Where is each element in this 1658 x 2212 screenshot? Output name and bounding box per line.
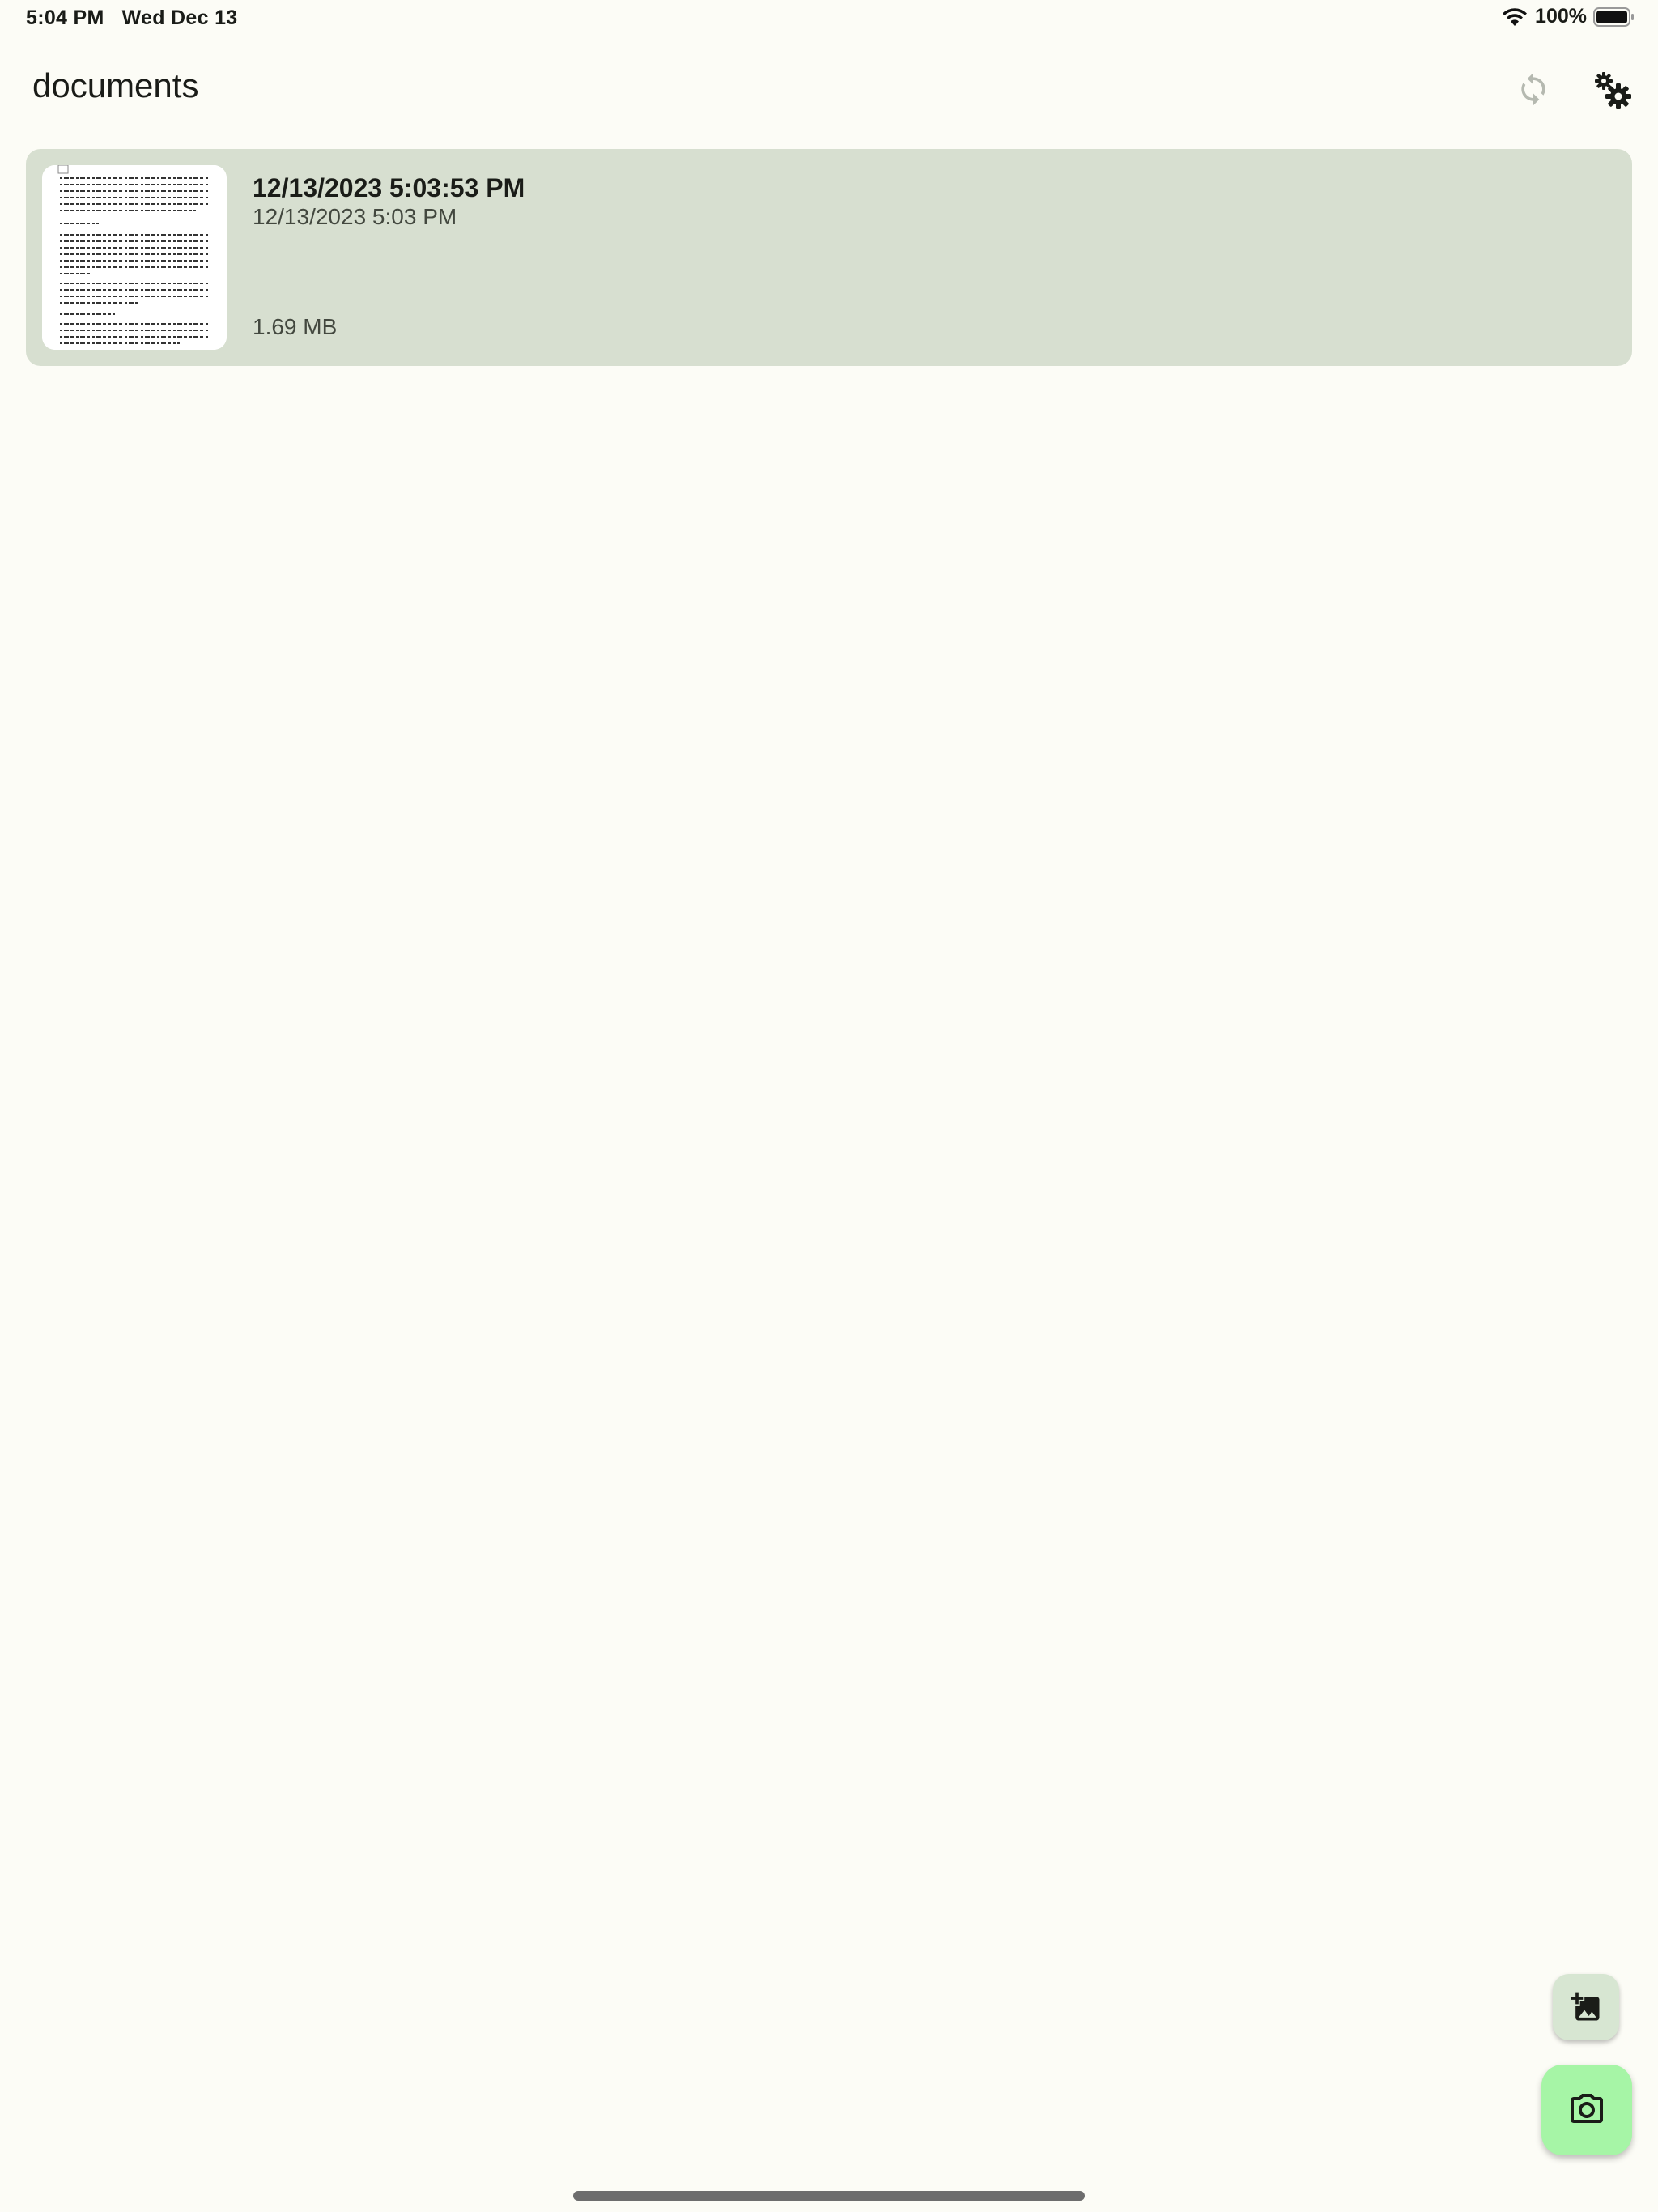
document-name: 12/13/2023 5:03:53 PM	[253, 173, 525, 202]
status-time: 5:04 PM	[26, 6, 104, 29]
status-left: 5:04 PM Wed Dec 13	[26, 6, 237, 30]
settings-gears-icon	[1595, 72, 1631, 109]
document-size: 1.69 MB	[253, 314, 338, 339]
status-bar: 5:04 PM Wed Dec 13 100%	[0, 0, 1658, 39]
settings-button[interactable]	[1587, 65, 1639, 117]
status-date: Wed Dec 13	[121, 6, 238, 29]
add-photo-icon	[1571, 1992, 1600, 2021]
page-title: documents	[32, 66, 199, 104]
home-indicator[interactable]	[573, 2191, 1085, 2201]
battery-percent: 100%	[1535, 5, 1587, 28]
document-date: 12/13/2023 5:03 PM	[253, 204, 457, 229]
app-header: documents	[0, 49, 1658, 130]
document-preview-image	[42, 165, 227, 350]
battery-icon	[1593, 6, 1634, 27]
add-image-button[interactable]	[1553, 1974, 1619, 2040]
document-card[interactable]: 12/13/2023 5:03:53 PM 12/13/2023 5:03 PM…	[26, 149, 1632, 366]
camera-button[interactable]	[1541, 2065, 1632, 2155]
document-thumbnail	[42, 165, 227, 350]
wifi-icon	[1503, 7, 1528, 26]
status-right: 100%	[1501, 5, 1635, 28]
sync-button[interactable]	[1511, 66, 1556, 112]
sync-icon	[1521, 72, 1545, 106]
camera-icon	[1571, 2094, 1603, 2123]
